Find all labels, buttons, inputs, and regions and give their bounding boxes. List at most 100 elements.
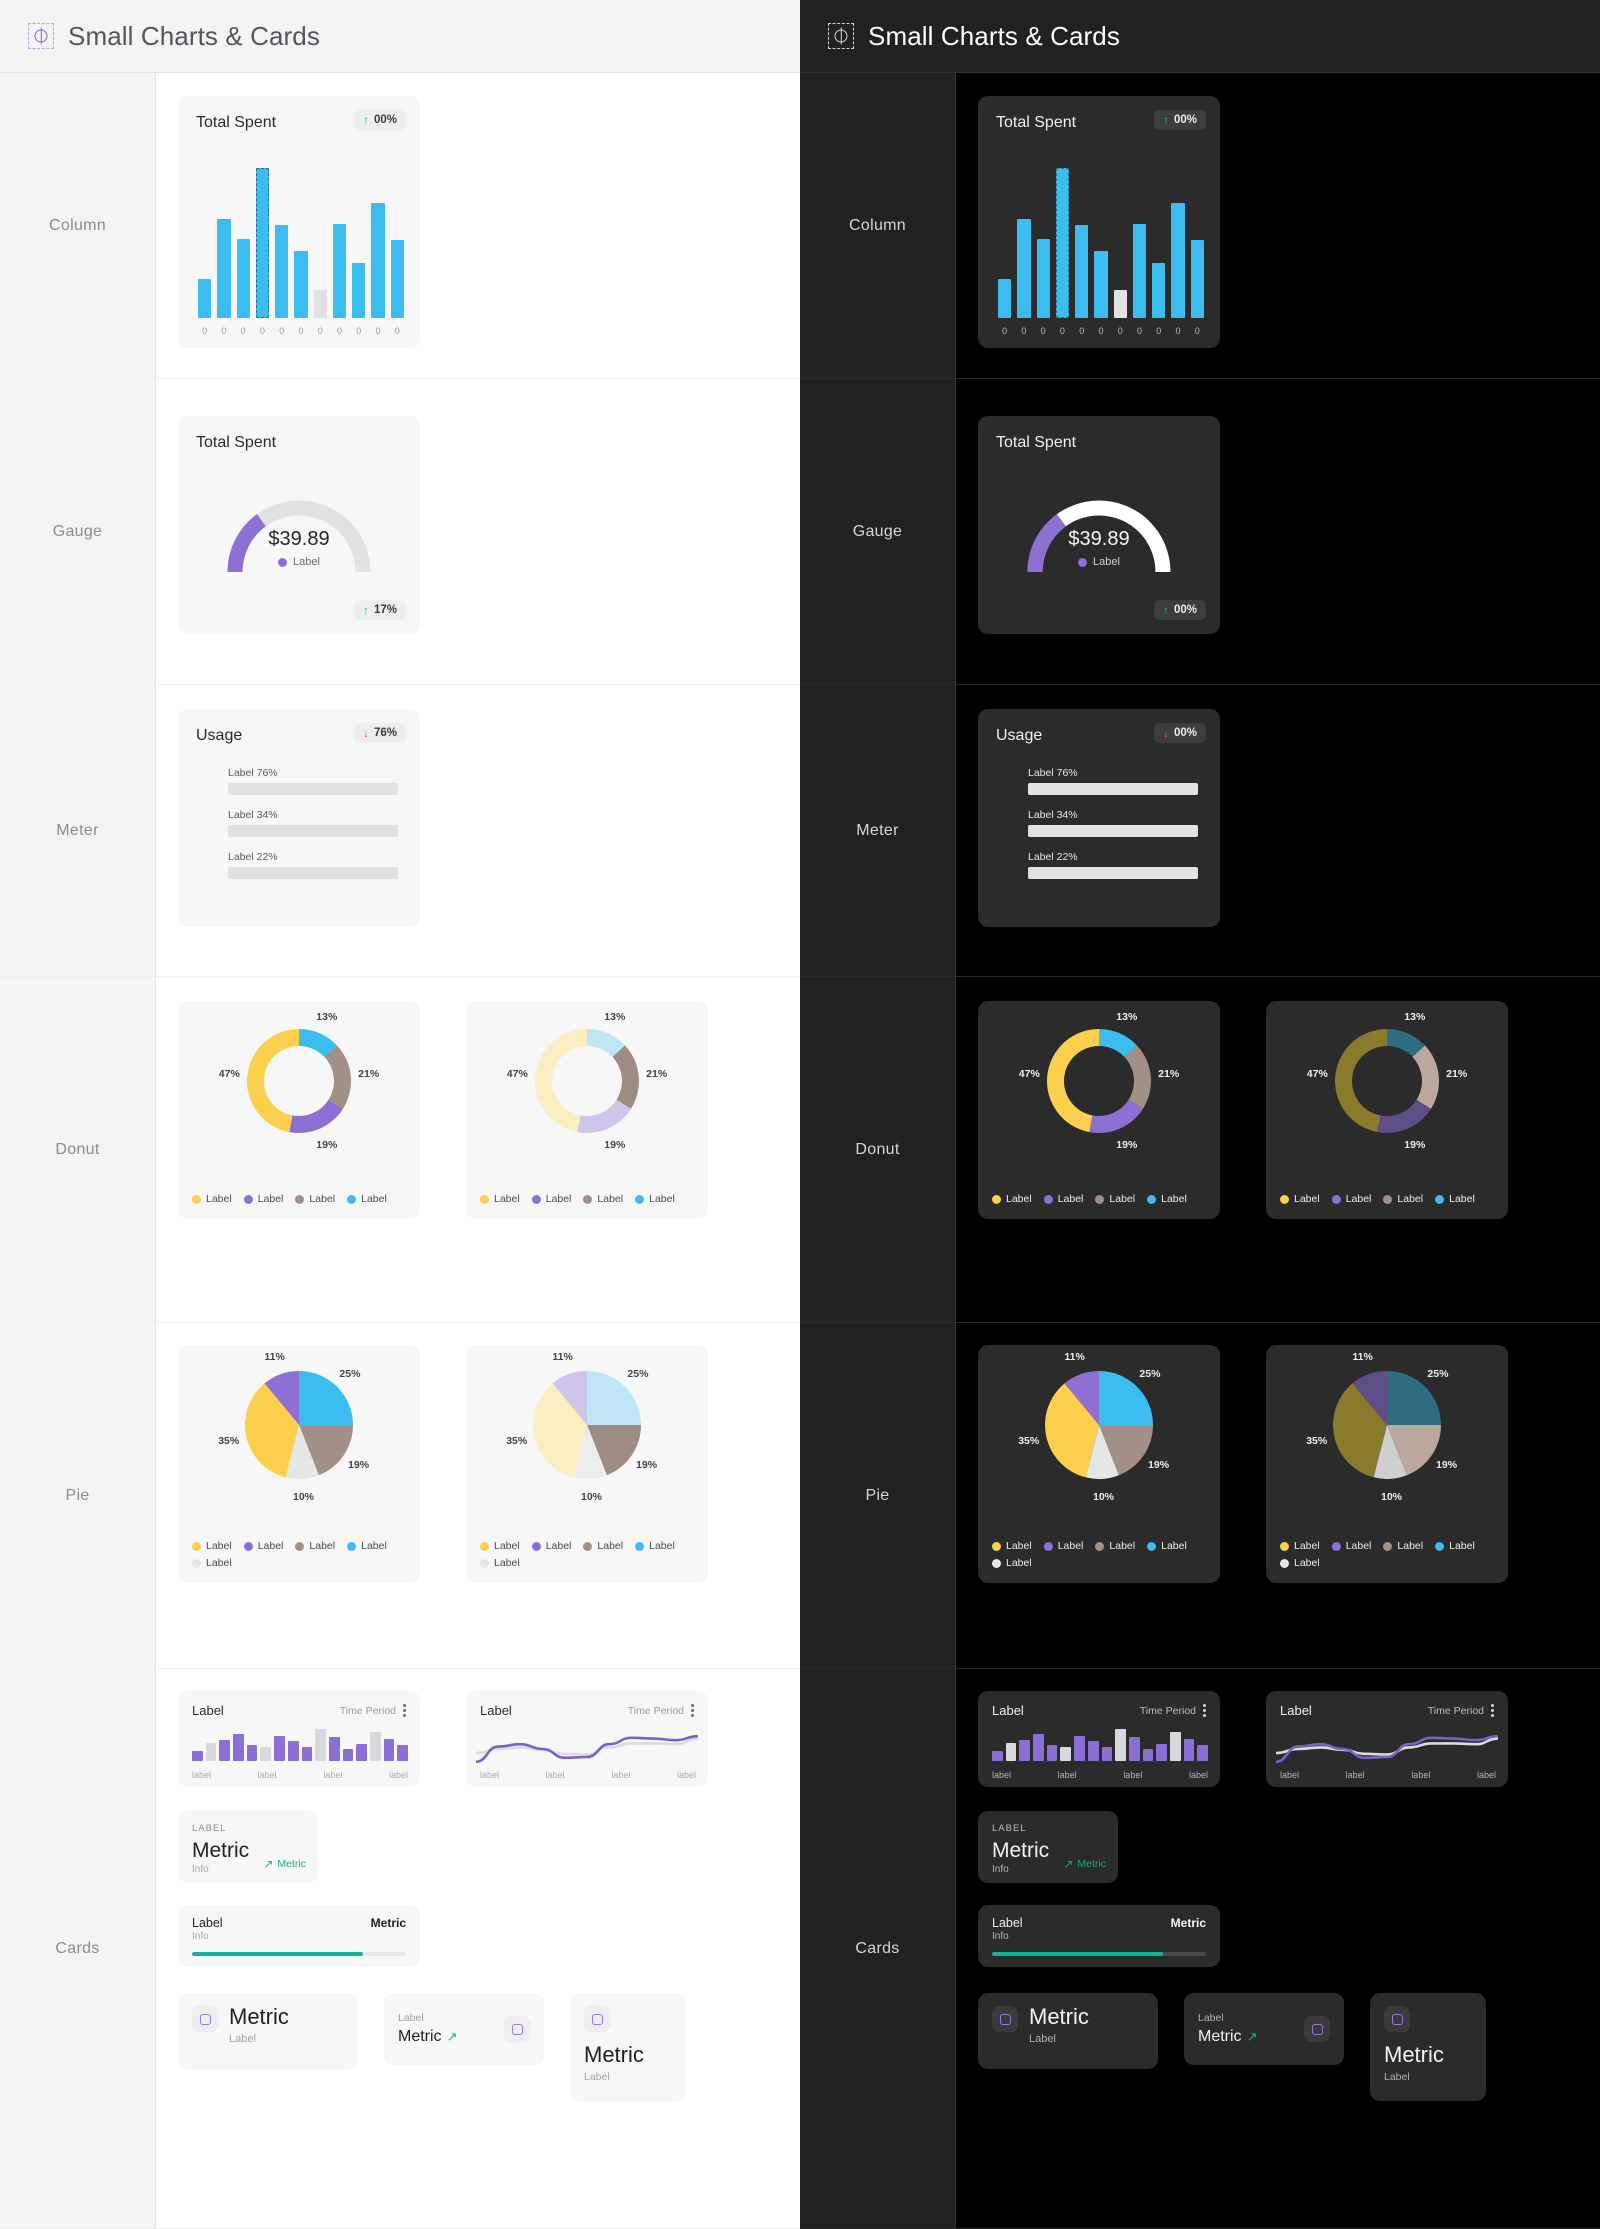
column-bar[interactable] (275, 225, 289, 318)
pie-slice[interactable] (1089, 1099, 1143, 1133)
legend-item[interactable]: Label (1331, 1540, 1371, 1552)
spark-bar[interactable] (1046, 1745, 1058, 1761)
spark-bar[interactable] (328, 1737, 340, 1761)
spark-bar[interactable] (1019, 1739, 1031, 1761)
pie-chart-pastel-card[interactable]: 25% 19% 10% 35% 11% Label Label Label Label … (466, 1345, 708, 1583)
legend-item[interactable]: Label (295, 1193, 335, 1205)
legend-item[interactable]: Label (1095, 1540, 1135, 1552)
column-bar[interactable] (1055, 168, 1070, 318)
spark-bar[interactable] (1128, 1737, 1140, 1761)
metric-card-icon-right[interactable]: Label Metric ↗ (1184, 1993, 1344, 2065)
spark-bar[interactable] (1033, 1733, 1044, 1761)
total-spent-gauge-card[interactable]: Total Spent $39.89 Label ↑ 17% (178, 416, 420, 634)
legend-item[interactable]: Label (635, 1193, 675, 1205)
spark-bar[interactable] (369, 1732, 381, 1761)
legend-item[interactable]: Label (1147, 1540, 1187, 1552)
legend-item[interactable]: Label (1435, 1193, 1475, 1205)
legend-item[interactable]: Label (583, 1540, 623, 1552)
line-sparkline-card[interactable]: Label Time Period label label label label (466, 1691, 708, 1787)
more-options-icon[interactable] (1491, 1704, 1494, 1717)
spark-bar[interactable] (1115, 1729, 1126, 1761)
pie-slice[interactable] (289, 1099, 343, 1133)
legend-item[interactable]: Label (1280, 1193, 1320, 1205)
metric-card-stacked[interactable]: Metric Label (1370, 1993, 1486, 2101)
spark-bar[interactable] (246, 1745, 258, 1761)
legend-item[interactable]: Label (1043, 1193, 1083, 1205)
metric-card-stacked[interactable]: Metric Label (570, 1993, 686, 2101)
column-bar[interactable] (217, 219, 231, 318)
more-options-icon[interactable] (403, 1704, 406, 1717)
pie-slice[interactable] (1124, 1045, 1151, 1109)
legend-item[interactable]: Label (480, 1557, 520, 1569)
legend-item[interactable]: Label (992, 1557, 1032, 1569)
column-bar[interactable] (313, 289, 327, 318)
pie-chart-primary-card[interactable]: 25% 19% 10% 35% 11% Label Label Label Label … (978, 1345, 1220, 1583)
spark-bar[interactable] (205, 1743, 217, 1761)
column-bar[interactable] (352, 262, 366, 318)
metric-card-label[interactable]: LABEL Metric Info ↗ Metric (178, 1811, 318, 1883)
legend-item[interactable]: Label (583, 1193, 623, 1205)
metric-card-label[interactable]: LABEL Metric Info ↗ Metric (978, 1811, 1118, 1883)
spark-bar[interactable] (1183, 1739, 1195, 1761)
spark-bar[interactable] (1060, 1747, 1072, 1761)
legend-item[interactable]: Label (1331, 1193, 1371, 1205)
spark-bar[interactable] (301, 1746, 313, 1761)
column-bar[interactable] (390, 240, 404, 318)
usage-meter-card[interactable]: Usage ↓ 00% Label 76% Label 34% Label 22… (978, 709, 1220, 927)
spark-bar[interactable] (383, 1739, 395, 1761)
column-bar[interactable] (371, 202, 385, 318)
bar-sparkline-card[interactable]: Label Time Period label label label label (978, 1691, 1220, 1787)
legend-item[interactable]: Label (192, 1540, 232, 1552)
spark-bar[interactable] (219, 1739, 231, 1761)
legend-item[interactable]: Label (243, 1193, 283, 1205)
legend-item[interactable]: Label (992, 1193, 1032, 1205)
total-spent-gauge-card[interactable]: Total Spent $39.89 Label ↑ 00% (978, 416, 1220, 634)
time-period-label[interactable]: Time Period (1140, 1705, 1196, 1717)
spark-bar[interactable] (233, 1733, 244, 1761)
legend-item[interactable]: Label (531, 1193, 571, 1205)
spark-bar[interactable] (1101, 1746, 1113, 1761)
legend-item[interactable]: Label (295, 1540, 335, 1552)
legend-item[interactable]: Label (1383, 1193, 1423, 1205)
spark-bar[interactable] (342, 1749, 354, 1761)
spark-bar[interactable] (1005, 1743, 1017, 1761)
column-bar[interactable] (1075, 225, 1089, 318)
column-bar[interactable] (1094, 250, 1108, 318)
legend-item[interactable]: Label (347, 1540, 387, 1552)
column-bar[interactable] (294, 250, 308, 318)
column-bar[interactable] (998, 279, 1012, 318)
pie-slice[interactable] (1047, 1029, 1099, 1133)
more-options-icon[interactable] (691, 1704, 694, 1717)
legend-item[interactable]: Label (531, 1540, 571, 1552)
legend-item[interactable]: Label (1095, 1193, 1135, 1205)
column-bar[interactable] (1113, 289, 1127, 318)
donut-chart-primary-card[interactable]: 13% 21% 19% 47% Label Label Label Label (978, 1001, 1220, 1219)
column-bar[interactable] (1017, 219, 1031, 318)
spark-bar[interactable] (1087, 1741, 1099, 1761)
spark-bar[interactable] (1142, 1749, 1154, 1761)
column-bar[interactable] (198, 279, 212, 318)
pie-slice[interactable] (1412, 1045, 1439, 1109)
legend-item[interactable]: Label (1043, 1540, 1083, 1552)
line-sparkline-card[interactable]: Label Time Period label label label label (1266, 1691, 1508, 1787)
column-bar[interactable] (332, 223, 347, 318)
legend-item[interactable]: Label (347, 1193, 387, 1205)
more-options-icon[interactable] (1203, 1704, 1206, 1717)
legend-item[interactable]: Label (243, 1540, 283, 1552)
metric-card-progress[interactable]: Label Info Metric (178, 1905, 420, 1967)
metric-card-icon-right[interactable]: Label Metric ↗ (384, 1993, 544, 2065)
column-bar[interactable] (1190, 240, 1204, 318)
legend-item[interactable]: Label (192, 1557, 232, 1569)
total-spent-column-card[interactable]: Total Spent ↑ 00% 0 0 0 0 0 0 0 0 0 0 0 (178, 96, 420, 348)
spark-bar[interactable] (274, 1735, 285, 1761)
column-bar[interactable] (1152, 262, 1166, 318)
pie-slice[interactable] (1335, 1029, 1387, 1133)
spark-bar[interactable] (992, 1751, 1003, 1761)
donut-chart-pastel-card[interactable]: 13% 21% 19% 47% Label Label Label Label (466, 1001, 708, 1219)
legend-item[interactable]: Label (1383, 1540, 1423, 1552)
time-period-label[interactable]: Time Period (1428, 1705, 1484, 1717)
pie-slice[interactable] (324, 1045, 351, 1109)
metric-card-icon-inline[interactable]: Metric Label (978, 1993, 1158, 2069)
pie-slice[interactable] (246, 1029, 299, 1133)
usage-meter-card[interactable]: Usage ↓ 76% Label 76% Label 34% Label 22… (178, 709, 420, 927)
